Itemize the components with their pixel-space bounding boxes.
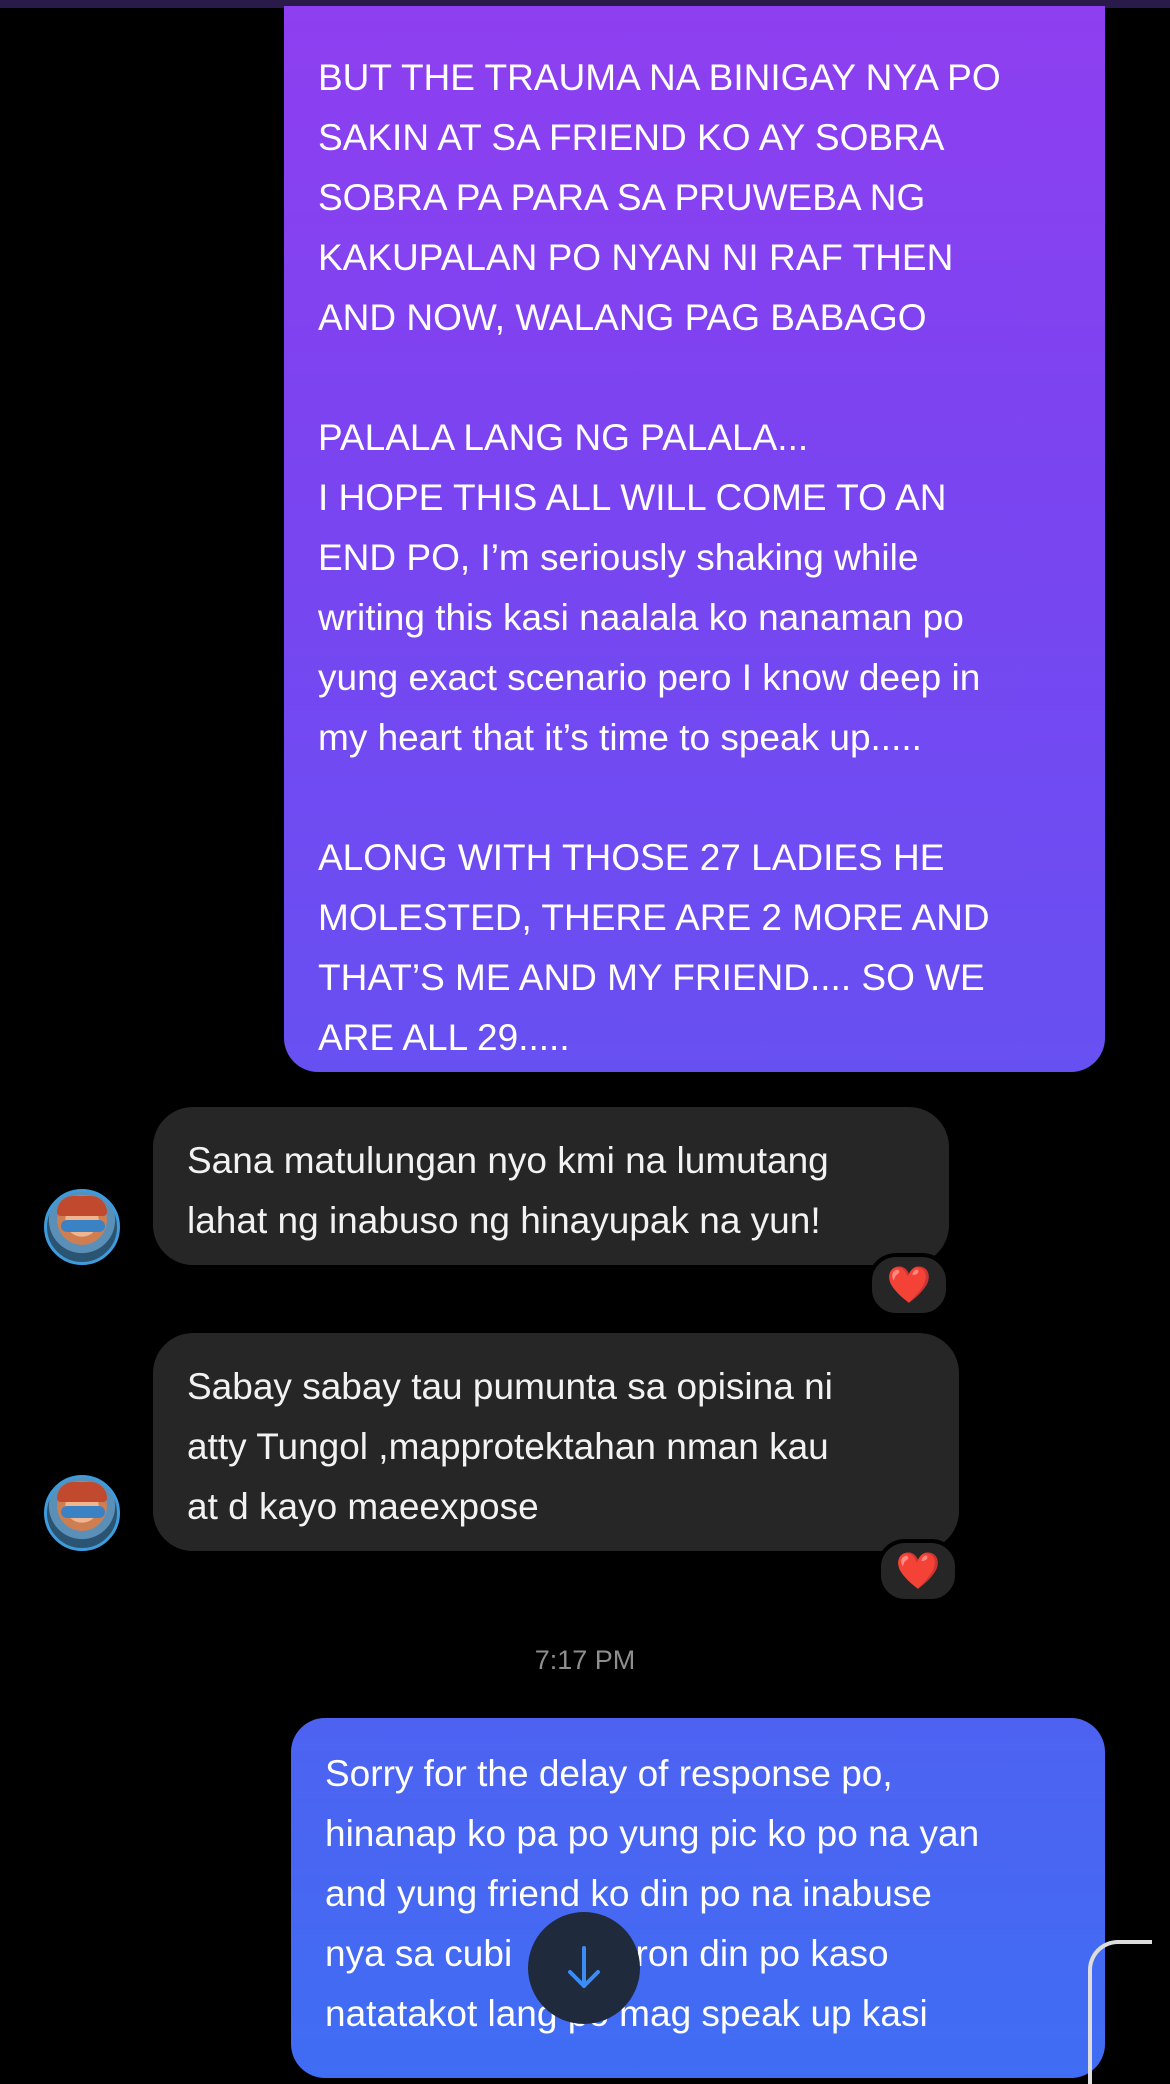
arrow-down-icon bbox=[568, 1946, 600, 1988]
message-line: my heart that it’s time to speak up..... bbox=[318, 717, 922, 758]
heart-icon: ❤️ bbox=[886, 1264, 932, 1305]
avatar-goggles bbox=[61, 1220, 105, 1232]
message-line: writing this kasi naalala ko nanaman po bbox=[318, 597, 964, 638]
message-line: atty Tungol ,mapprotektahan nman kau bbox=[187, 1426, 829, 1467]
message-line: I HOPE THIS ALL WILL COME TO AN bbox=[318, 477, 947, 518]
scroll-to-bottom-button[interactable] bbox=[528, 1912, 640, 2024]
message-line: ALONG WITH THOSE 27 LADIES HE bbox=[318, 837, 945, 878]
avatar-hair bbox=[57, 1196, 107, 1216]
message-line: yung exact scenario pero I know deep in bbox=[318, 657, 981, 698]
message-line: BUT THE TRAUMA NA BINIGAY NYA PO bbox=[318, 57, 1001, 98]
incoming-message-bubble[interactable]: Sana matulungan nyo kmi na lumutang laha… bbox=[153, 1107, 949, 1265]
message-line: SOBRA PA PARA SA PRUWEBA NG bbox=[318, 177, 926, 218]
message-line: MOLESTED, THERE ARE 2 MORE AND bbox=[318, 897, 990, 938]
message-line: Sana matulungan nyo kmi na lumutang bbox=[187, 1140, 829, 1181]
message-line: KAKUPALAN PO NYAN NI RAF THEN bbox=[318, 237, 954, 278]
message-line: AND NOW, WALANG PAG BABAGO bbox=[318, 297, 927, 338]
heart-icon: ❤️ bbox=[895, 1550, 941, 1591]
cropped-edge-mark bbox=[1088, 1940, 1152, 2084]
outgoing-message-bubble[interactable]: BUT THE TRAUMA NA BINIGAY NYA PO SAKIN A… bbox=[284, 6, 1105, 1072]
message-line: ARE ALL 29..... bbox=[318, 1017, 570, 1058]
heart-reaction[interactable]: ❤️ bbox=[877, 1539, 959, 1603]
message-line: SAKIN AT SA FRIEND KO AY SOBRA bbox=[318, 117, 945, 158]
message-line: THAT’S ME AND MY FRIEND.... SO WE bbox=[318, 957, 985, 998]
avatar-goggles bbox=[61, 1506, 105, 1518]
avatar-hair bbox=[57, 1482, 107, 1502]
message-line: lahat ng inabuso ng hinayupak na yun! bbox=[187, 1200, 821, 1241]
incoming-message-bubble[interactable]: Sabay sabay tau pumunta sa opisina ni at… bbox=[153, 1333, 959, 1551]
message-line: PALALA LANG NG PALALA... bbox=[318, 417, 809, 458]
message-line: END PO, I’m seriously shaking while bbox=[318, 537, 919, 578]
message-line: and yung friend ko din po na inabuse bbox=[325, 1873, 932, 1914]
outgoing-message-bubble[interactable]: Sorry for the delay of response po, hina… bbox=[291, 1718, 1105, 2078]
message-line: Sabay sabay tau pumunta sa opisina ni bbox=[187, 1366, 833, 1407]
message-line: hinanap ko pa po yung pic ko po na yan bbox=[325, 1813, 980, 1854]
message-line: Sorry for the delay of response po, bbox=[325, 1753, 893, 1794]
message-timestamp: 7:17 PM bbox=[534, 1645, 636, 1675]
message-line: nya sa cubi eron din po kaso bbox=[325, 1933, 889, 1974]
heart-reaction[interactable]: ❤️ bbox=[868, 1253, 950, 1317]
message-line: at d kayo maeexpose bbox=[187, 1486, 539, 1527]
contact-avatar[interactable] bbox=[44, 1475, 120, 1551]
message-line: natatakot lang po mag speak up kasi bbox=[325, 1993, 928, 2034]
contact-avatar[interactable] bbox=[44, 1189, 120, 1265]
